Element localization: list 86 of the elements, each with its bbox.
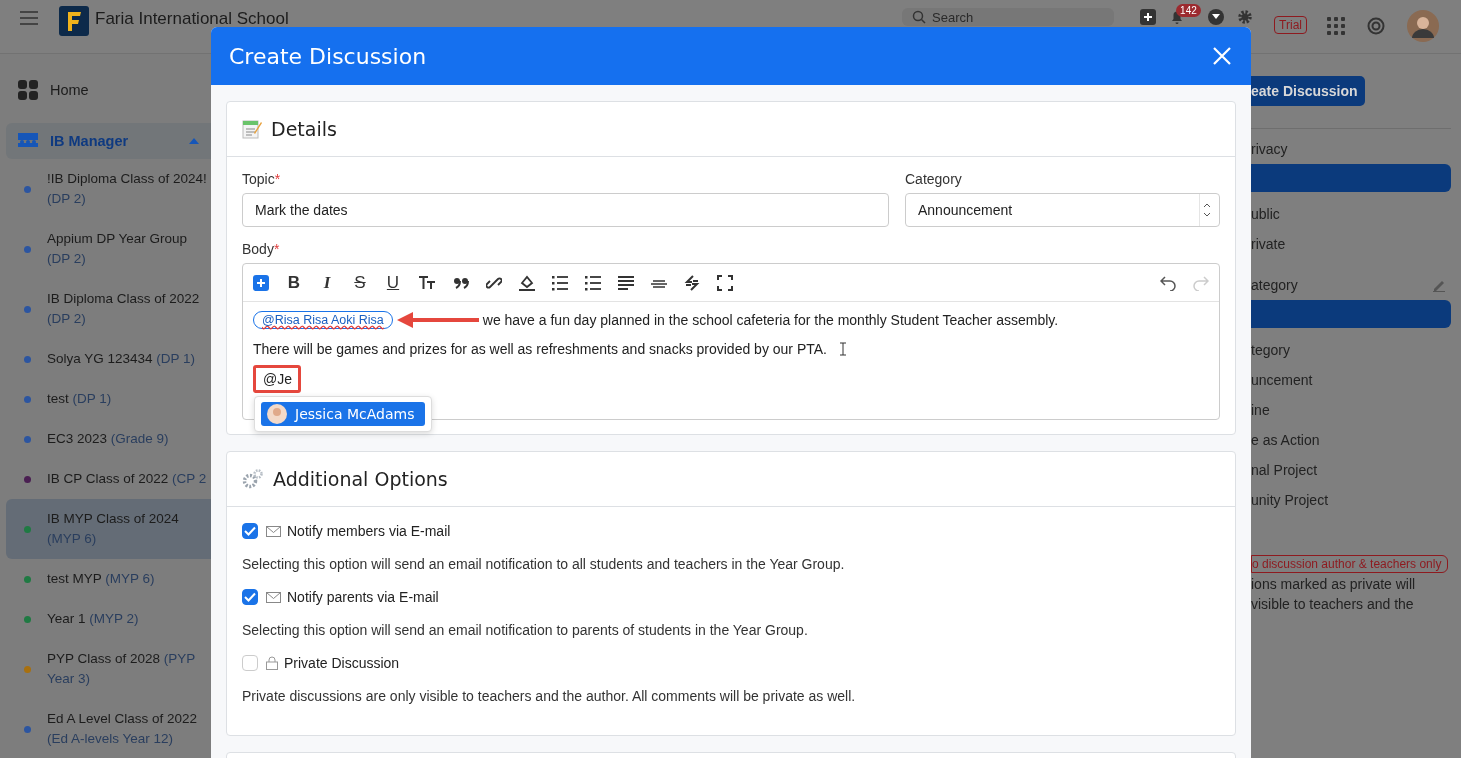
option-help: Private discussions are only visible to teachers and the author. All comments will be private as well. bbox=[242, 688, 857, 704]
mention-input[interactable]: @Je bbox=[253, 365, 301, 393]
create-discussion-button[interactable]: eate Discussion bbox=[1251, 76, 1365, 106]
card-title: Details bbox=[271, 118, 337, 140]
sidebar-item[interactable]: !IB Diploma Class of 2024! (DP 2) bbox=[6, 159, 211, 219]
section-header[interactable]: IB Manager bbox=[6, 123, 211, 159]
sidebar-item[interactable]: Solya YG 123434 (DP 1) bbox=[6, 339, 211, 379]
search-icon bbox=[912, 10, 927, 24]
add-icon[interactable] bbox=[1140, 9, 1157, 25]
search-field[interactable]: Search bbox=[902, 8, 1115, 26]
filter-option[interactable]: e as Action bbox=[1251, 425, 1461, 455]
avatar bbox=[267, 404, 287, 424]
bold-button[interactable]: B bbox=[286, 272, 302, 293]
filter-option[interactable]: ublic bbox=[1251, 199, 1461, 229]
checkbox[interactable] bbox=[242, 523, 258, 539]
filter-heading: rivacy bbox=[1251, 141, 1289, 157]
sidebar-item[interactable]: EC3 2023 (Grade 9) bbox=[6, 419, 211, 459]
field-label: Topic* bbox=[242, 171, 282, 187]
field-label: Category bbox=[905, 171, 963, 187]
school-name: Faria International School bbox=[95, 10, 289, 27]
filter-option[interactable]: rivate bbox=[1251, 229, 1461, 259]
underline-button[interactable]: U bbox=[385, 272, 401, 293]
insert-button[interactable] bbox=[253, 274, 269, 291]
trial-badge[interactable]: Trial bbox=[1274, 16, 1307, 34]
sidebar-item[interactable]: IB MYP Class of 2024 (MYP 6) bbox=[6, 499, 211, 559]
avatar[interactable] bbox=[1407, 10, 1439, 42]
modal-title: Create Discussion bbox=[229, 43, 427, 69]
checkbox[interactable] bbox=[242, 655, 258, 671]
align-button[interactable] bbox=[618, 274, 634, 291]
mail-icon bbox=[266, 591, 281, 603]
filter-option[interactable]: tegory bbox=[1251, 335, 1461, 365]
fill-color-button[interactable] bbox=[519, 274, 535, 291]
body-text: There will be games and prizes for as well as refreshments and snacks provided by our PTA. bbox=[253, 341, 827, 357]
close-icon[interactable] bbox=[1213, 47, 1231, 65]
sidebar-item[interactable]: IB CP Class of 2022 (CP 2 bbox=[6, 459, 211, 499]
filter-option[interactable]: nal Project bbox=[1251, 455, 1461, 485]
checkbox[interactable] bbox=[242, 589, 258, 605]
suggestion-item[interactable]: Jessica McAdams bbox=[261, 402, 425, 426]
body-text: we have a fun day planned in the school cafeteria for the monthly Student Teacher assembly. bbox=[482, 312, 1059, 328]
sidebar-item[interactable]: IB Diploma Class of 2022 (DP 2) bbox=[6, 279, 211, 339]
home-link[interactable]: Home bbox=[0, 54, 211, 114]
filter-option[interactable]: uncement bbox=[1251, 365, 1461, 395]
dashboard-icon bbox=[18, 80, 38, 100]
compass-icon[interactable] bbox=[1208, 9, 1225, 25]
undo-button[interactable] bbox=[1160, 274, 1176, 291]
sidebar-item[interactable]: Year 1 (MYP 2) bbox=[6, 599, 211, 639]
apps-grid-icon[interactable] bbox=[1327, 17, 1345, 35]
link-button[interactable] bbox=[486, 274, 502, 291]
sidebar-item[interactable]: Ed A Level Class of 2022 (Ed A-levels Year 12) bbox=[6, 699, 211, 758]
sidebar-item[interactable]: Appium DP Year Group (DP 2) bbox=[6, 219, 211, 279]
mail-icon bbox=[266, 525, 281, 537]
menu-icon[interactable] bbox=[20, 11, 38, 25]
strike-button[interactable]: S bbox=[352, 272, 368, 293]
private-note: ions marked as private will visible to teachers and the bbox=[1251, 575, 1417, 614]
caret-icon bbox=[189, 138, 199, 144]
private-badge: o discussion author & teachers only bbox=[1251, 555, 1449, 573]
text-size-button[interactable] bbox=[418, 274, 436, 291]
notification-badge: 142 bbox=[1176, 4, 1201, 17]
filter-heading: ategory bbox=[1251, 277, 1298, 293]
option-label: Notify members via E-mail bbox=[287, 523, 451, 539]
gears-icon bbox=[242, 468, 264, 490]
collapse-button[interactable] bbox=[684, 274, 700, 291]
field-label: Body* bbox=[242, 241, 281, 257]
option-help: Selecting this option will send an email notification to all students and teachers in the Year Group. bbox=[242, 556, 846, 572]
memo-icon bbox=[242, 119, 262, 139]
logo-icon bbox=[59, 6, 89, 36]
settings-icon[interactable] bbox=[1237, 9, 1254, 25]
fullscreen-button[interactable] bbox=[717, 274, 733, 291]
topic-field[interactable]: Mark the dates bbox=[242, 193, 889, 227]
option-help: Selecting this option will send an email notification to parents of students in the Year Group. bbox=[242, 622, 809, 638]
sidebar-item[interactable]: test (DP 1) bbox=[6, 379, 211, 419]
help-icon[interactable] bbox=[1367, 17, 1385, 35]
category-select[interactable]: Announcement bbox=[905, 193, 1220, 227]
sidebar-item[interactable]: test MYP (MYP 6) bbox=[6, 559, 211, 599]
lock-icon bbox=[266, 656, 278, 670]
option-label: Private Discussion bbox=[284, 655, 400, 671]
building-icon bbox=[18, 133, 38, 149]
option-label: Notify parents via E-mail bbox=[287, 589, 439, 605]
card-title: Additional Options bbox=[273, 468, 448, 490]
numbered-list-button[interactable] bbox=[585, 274, 601, 291]
filter-option[interactable]: unity Project bbox=[1251, 485, 1461, 515]
text-cursor-icon bbox=[839, 342, 847, 356]
bullet-list-button[interactable] bbox=[552, 274, 568, 291]
sidebar-item[interactable]: PYP Class of 2028 (PYP Year 3) bbox=[6, 639, 211, 699]
italic-button[interactable]: I bbox=[319, 272, 335, 293]
filter-option[interactable]: ine bbox=[1251, 395, 1461, 425]
